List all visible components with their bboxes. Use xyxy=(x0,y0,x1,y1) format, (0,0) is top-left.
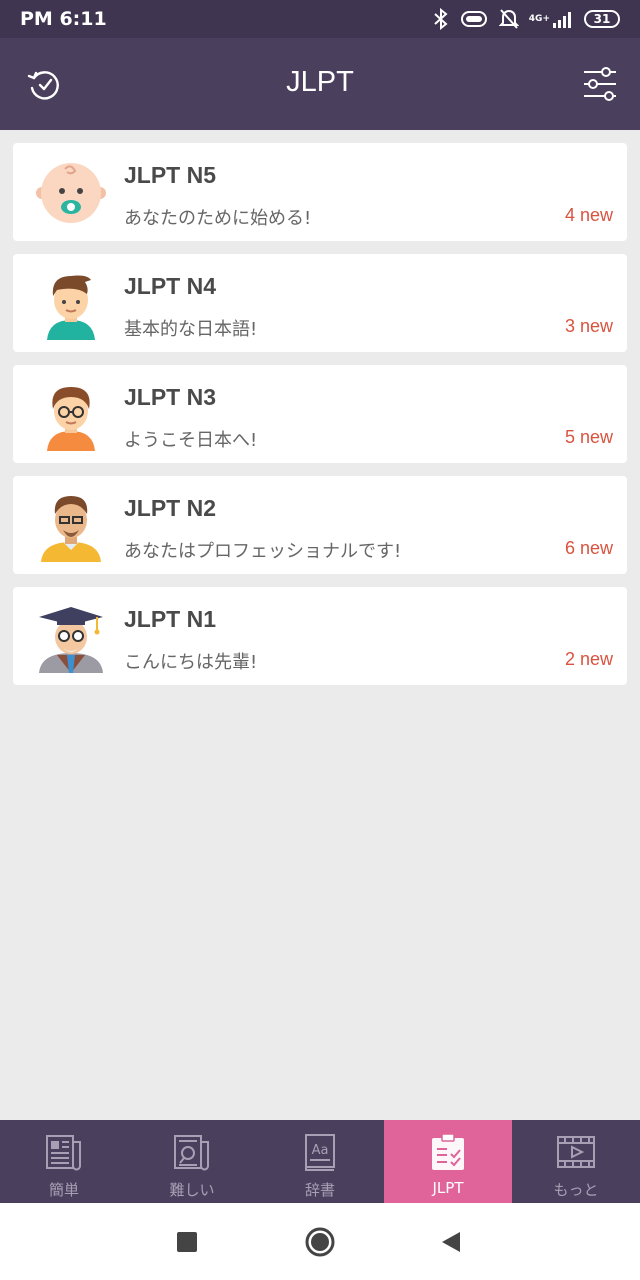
level-title: JLPT N4 xyxy=(124,273,217,299)
app-bar: JLPT xyxy=(0,38,640,130)
boy-avatar xyxy=(47,275,95,340)
status-bar: PM 6:11 4G+ 31 xyxy=(0,0,640,38)
level-subtitle: 基本的な日本語! xyxy=(124,319,258,340)
nav-label: 難しい xyxy=(169,1181,215,1199)
status-time: PM 6:11 xyxy=(20,8,107,30)
mute-bell-icon xyxy=(498,9,519,29)
nav-tab-jlpt[interactable]: JLPT xyxy=(384,1120,512,1203)
vibrate-icon xyxy=(460,11,487,27)
level-card-n1[interactable]: JLPT N1 こんにちは先輩! 2 new xyxy=(13,587,627,685)
back-icon[interactable] xyxy=(440,1231,462,1253)
level-title: JLPT N1 xyxy=(124,606,217,632)
man-avatar xyxy=(41,496,101,562)
level-card-n3[interactable]: JLPT N3 ようこそ日本へ! 5 new xyxy=(13,365,627,463)
baby-avatar xyxy=(36,163,106,223)
recents-icon[interactable] xyxy=(177,1232,197,1252)
new-count: 4 new xyxy=(564,205,613,225)
system-nav-bar xyxy=(0,1203,640,1280)
nav-tab-hard[interactable]: 難しい xyxy=(128,1120,256,1203)
nav-tab-easy[interactable]: 簡単 xyxy=(0,1120,128,1203)
svg-text:Aa: Aa xyxy=(312,1143,329,1158)
status-icons: 4G+ 31 xyxy=(433,7,620,31)
nav-label: JLPT xyxy=(432,1179,464,1197)
newspaper-icon xyxy=(46,1135,81,1171)
new-count: 6 new xyxy=(564,538,613,558)
level-title: JLPT N2 xyxy=(124,495,217,521)
level-title: JLPT N5 xyxy=(124,162,217,188)
new-count: 3 new xyxy=(564,316,613,336)
nav-tab-more[interactable]: もっと xyxy=(512,1120,640,1203)
signal-icon xyxy=(553,12,571,28)
jlpt-level-list: JLPT N5 あなたのために始める! 4 new JLPT N4 基本的な日本… xyxy=(13,143,627,698)
level-card-n4[interactable]: JLPT N4 基本的な日本語! 3 new xyxy=(13,254,627,352)
nav-label: もっと xyxy=(553,1181,599,1199)
level-title: JLPT N3 xyxy=(124,384,217,410)
level-subtitle: あなたのために始める! xyxy=(124,208,312,229)
level-subtitle: こんにちは先輩! xyxy=(124,652,258,673)
newspaper-search-icon xyxy=(174,1135,209,1171)
level-subtitle: あなたはプロフェッショナルです! xyxy=(124,541,402,562)
level-card-n2[interactable]: JLPT N2 あなたはプロフェッショナルです! 6 new xyxy=(13,476,627,574)
new-count: 2 new xyxy=(564,649,613,669)
battery-indicator: 31 xyxy=(584,10,620,28)
dictionary-icon: Aa xyxy=(305,1134,335,1171)
level-card-n5[interactable]: JLPT N5 あなたのために始める! 4 new xyxy=(13,143,627,241)
professor-avatar xyxy=(39,607,103,673)
bluetooth-icon xyxy=(434,8,448,30)
sliders-icon[interactable] xyxy=(582,66,618,102)
network-label: 4G+ xyxy=(528,14,550,24)
page-title: JLPT xyxy=(286,66,354,98)
nav-label: 簡単 xyxy=(48,1181,79,1199)
clipboard-check-icon xyxy=(432,1133,464,1170)
nav-tab-dictionary[interactable]: Aa 辞書 xyxy=(256,1120,384,1203)
home-icon[interactable] xyxy=(305,1227,335,1257)
glasses-boy-avatar xyxy=(47,387,95,451)
new-count: 5 new xyxy=(564,427,613,447)
level-subtitle: ようこそ日本へ! xyxy=(124,430,258,451)
nav-label: 辞書 xyxy=(304,1181,335,1199)
bottom-nav: 簡単 難しい Aa 辞書 JLPT もっと xyxy=(0,1120,640,1203)
video-icon xyxy=(557,1136,595,1168)
